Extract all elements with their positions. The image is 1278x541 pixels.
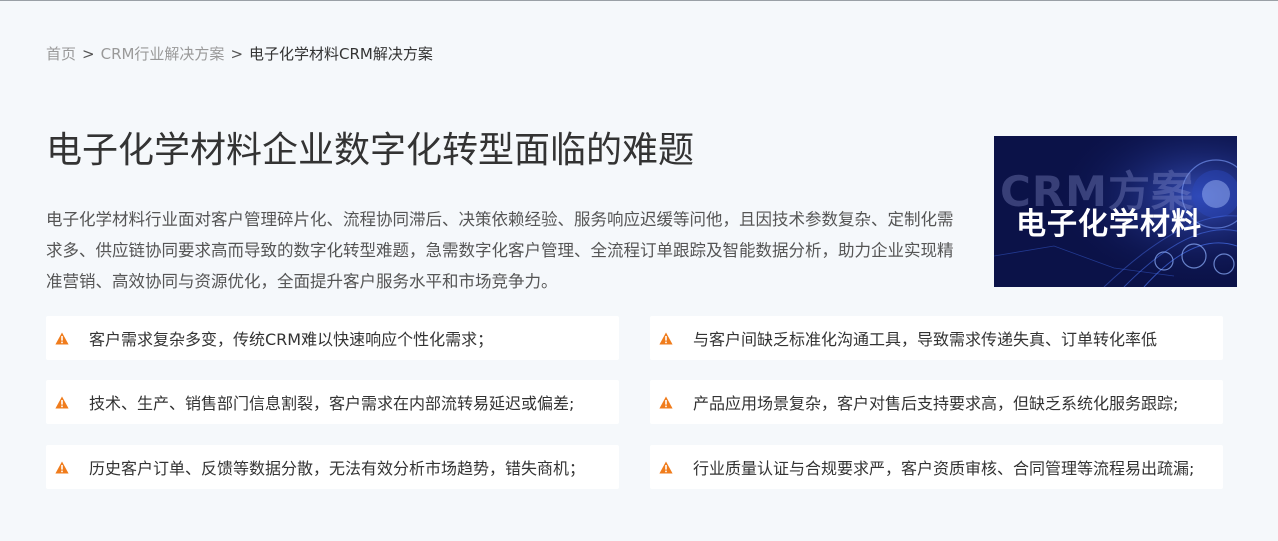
hero-foreground-text: 电子化学材料 bbox=[1016, 207, 1202, 242]
breadcrumb-current: 电子化学材料CRM解决方案 bbox=[249, 45, 433, 63]
warning-icon bbox=[55, 332, 69, 344]
warning-icon bbox=[659, 461, 673, 473]
breadcrumb: 首页 > CRM行业解决方案 > 电子化学材料CRM解决方案 bbox=[46, 44, 433, 64]
issue-text: 行业质量认证与合规要求严，客户资质审核、合同管理等流程易出疏漏; bbox=[693, 459, 1195, 478]
issue-text: 历史客户订单、反馈等数据分散，无法有效分析市场趋势，错失商机； bbox=[89, 459, 586, 478]
issue-text: 技术、生产、销售部门信息割裂，客户需求在内部流转易延迟或偏差; bbox=[89, 394, 575, 413]
issue-card: 技术、生产、销售部门信息割裂，客户需求在内部流转易延迟或偏差; bbox=[46, 380, 619, 424]
page-title: 电子化学材料企业数字化转型面临的难题 bbox=[46, 130, 695, 171]
warning-icon bbox=[55, 461, 69, 473]
issue-card: 行业质量认证与合规要求严，客户资质审核、合同管理等流程易出疏漏; bbox=[650, 445, 1223, 489]
issue-text: 客户需求复杂多变，传统CRM难以快速响应个性化需求； bbox=[89, 330, 494, 349]
breadcrumb-home-link[interactable]: 首页 bbox=[46, 45, 76, 63]
breadcrumb-separator: > bbox=[230, 45, 244, 63]
page-description: 电子化学材料行业面对客户管理碎片化、流程协同滞后、决策依赖经验、服务响应迟缓等问… bbox=[46, 210, 954, 291]
issue-card: 产品应用场景复杂，客户对售后支持要求高，但缺乏系统化服务跟踪; bbox=[650, 380, 1223, 424]
issue-card: 与客户间缺乏标准化沟通工具，导致需求传递失真、订单转化率低 bbox=[650, 316, 1223, 360]
issue-card: 客户需求复杂多变，传统CRM难以快速响应个性化需求； bbox=[46, 316, 619, 360]
issue-text: 与客户间缺乏标准化沟通工具，导致需求传递失真、订单转化率低 bbox=[693, 330, 1158, 349]
breadcrumb-category-link[interactable]: CRM行业解决方案 bbox=[101, 45, 225, 63]
warning-icon bbox=[659, 396, 673, 408]
breadcrumb-separator: > bbox=[82, 45, 95, 63]
warning-icon bbox=[659, 332, 673, 344]
hero-image: CRM方案 电子化学材料 bbox=[994, 136, 1237, 287]
warning-icon bbox=[55, 396, 69, 408]
issue-card: 历史客户订单、反馈等数据分散，无法有效分析市场趋势，错失商机； bbox=[46, 445, 619, 489]
top-border bbox=[0, 0, 1278, 1]
issues-grid: 客户需求复杂多变，传统CRM难以快速响应个性化需求； 与客户间缺乏标准化沟通工具… bbox=[46, 316, 1223, 490]
issue-text: 产品应用场景复杂，客户对售后支持要求高，但缺乏系统化服务跟踪; bbox=[693, 394, 1179, 413]
